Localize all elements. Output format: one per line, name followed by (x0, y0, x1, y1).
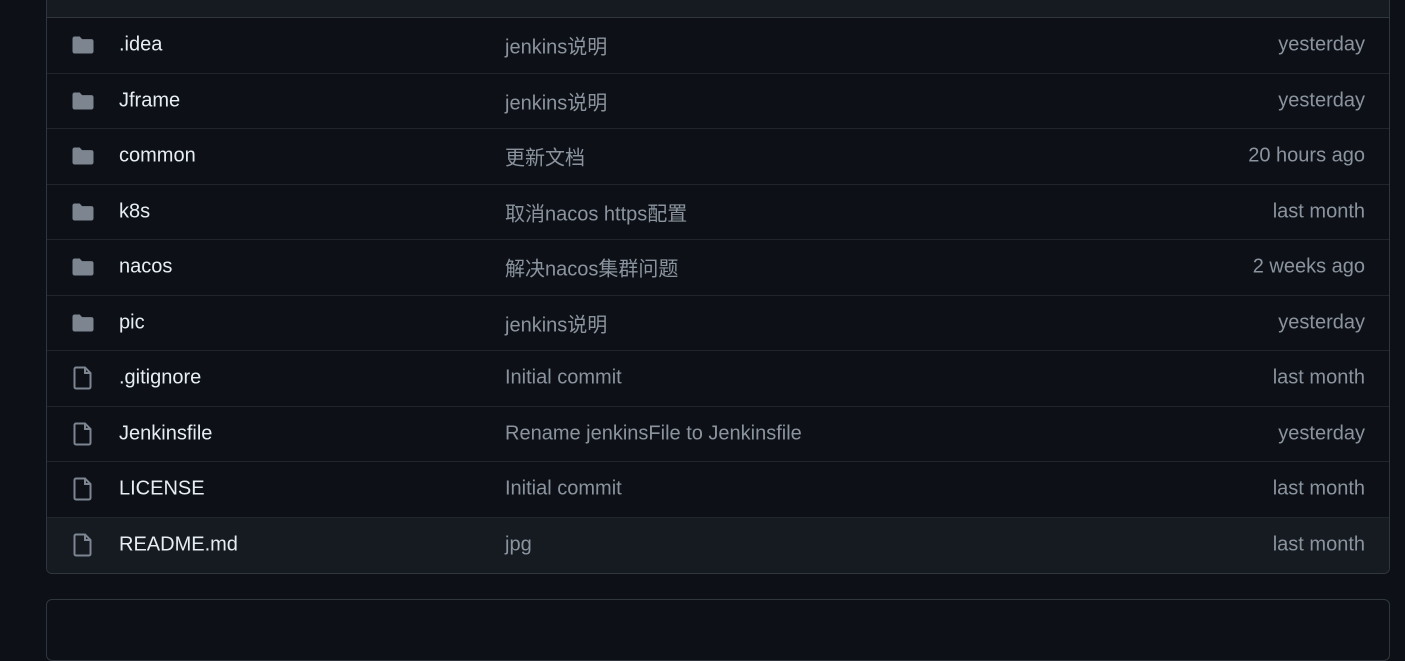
table-row[interactable]: Jenkinsfile Rename jenkinsFile to Jenkin… (47, 407, 1389, 462)
commit-date: yesterday (1278, 89, 1365, 112)
file-name-link[interactable]: .idea (119, 34, 162, 57)
file-icon (71, 477, 95, 501)
table-row[interactable]: k8s 取消nacos https配置 last month (47, 185, 1389, 240)
commit-message-link[interactable]: Initial commit (505, 367, 622, 390)
table-row[interactable]: README.md jpg last month (47, 517, 1389, 573)
table-header (47, 0, 1389, 18)
commit-message-link[interactable]: 解决nacos集群问题 (505, 253, 678, 282)
commit-message-link[interactable]: jenkins说明 (505, 86, 607, 115)
file-name-link[interactable]: Jframe (119, 89, 180, 112)
commit-date: yesterday (1278, 33, 1365, 56)
commit-message-link[interactable]: jpg (505, 534, 532, 557)
commit-date: yesterday (1278, 422, 1365, 445)
folder-icon (71, 255, 95, 279)
file-name-link[interactable]: .gitignore (119, 367, 201, 390)
commit-message-link[interactable]: 更新文档 (505, 142, 585, 171)
commit-date: last month (1272, 366, 1365, 389)
file-name-link[interactable]: common (119, 145, 196, 168)
file-icon (71, 366, 95, 390)
file-name-link[interactable]: nacos (119, 256, 172, 279)
file-table: .idea jenkins说明 yesterday Jframe jenkins… (46, 0, 1390, 574)
commit-message-link[interactable]: Initial commit (505, 478, 622, 501)
commit-date: last month (1272, 200, 1365, 223)
table-row[interactable]: common 更新文档 20 hours ago (47, 129, 1389, 185)
commit-date: yesterday (1278, 311, 1365, 334)
file-name-link[interactable]: LICENSE (119, 478, 205, 501)
table-row[interactable]: Jframe jenkins说明 yesterday (47, 74, 1389, 129)
folder-icon (71, 311, 95, 335)
commit-message-link[interactable]: Rename jenkinsFile to Jenkinsfile (505, 422, 802, 445)
commit-message-link[interactable]: jenkins说明 (505, 31, 607, 60)
readme-panel (46, 599, 1390, 661)
commit-message-link[interactable]: jenkins说明 (505, 308, 607, 337)
folder-icon (71, 144, 95, 168)
commit-date: last month (1272, 477, 1365, 500)
table-row[interactable]: nacos 解决nacos集群问题 2 weeks ago (47, 240, 1389, 296)
commit-date: 2 weeks ago (1252, 255, 1365, 278)
file-name-link[interactable]: README.md (119, 534, 238, 557)
file-icon (71, 422, 95, 446)
commit-date: last month (1272, 533, 1365, 556)
commit-date: 20 hours ago (1248, 144, 1365, 167)
table-row[interactable]: LICENSE Initial commit last month (47, 462, 1389, 518)
folder-icon (71, 89, 95, 113)
folder-icon (71, 33, 95, 57)
file-name-link[interactable]: pic (119, 311, 145, 334)
table-row[interactable]: .idea jenkins说明 yesterday (47, 18, 1389, 74)
table-row[interactable]: .gitignore Initial commit last month (47, 351, 1389, 407)
commit-message-link[interactable]: 取消nacos https配置 (505, 197, 687, 226)
file-name-link[interactable]: Jenkinsfile (119, 422, 212, 445)
table-row[interactable]: pic jenkins说明 yesterday (47, 296, 1389, 351)
folder-icon (71, 200, 95, 224)
file-icon (71, 533, 95, 557)
file-name-link[interactable]: k8s (119, 200, 150, 223)
